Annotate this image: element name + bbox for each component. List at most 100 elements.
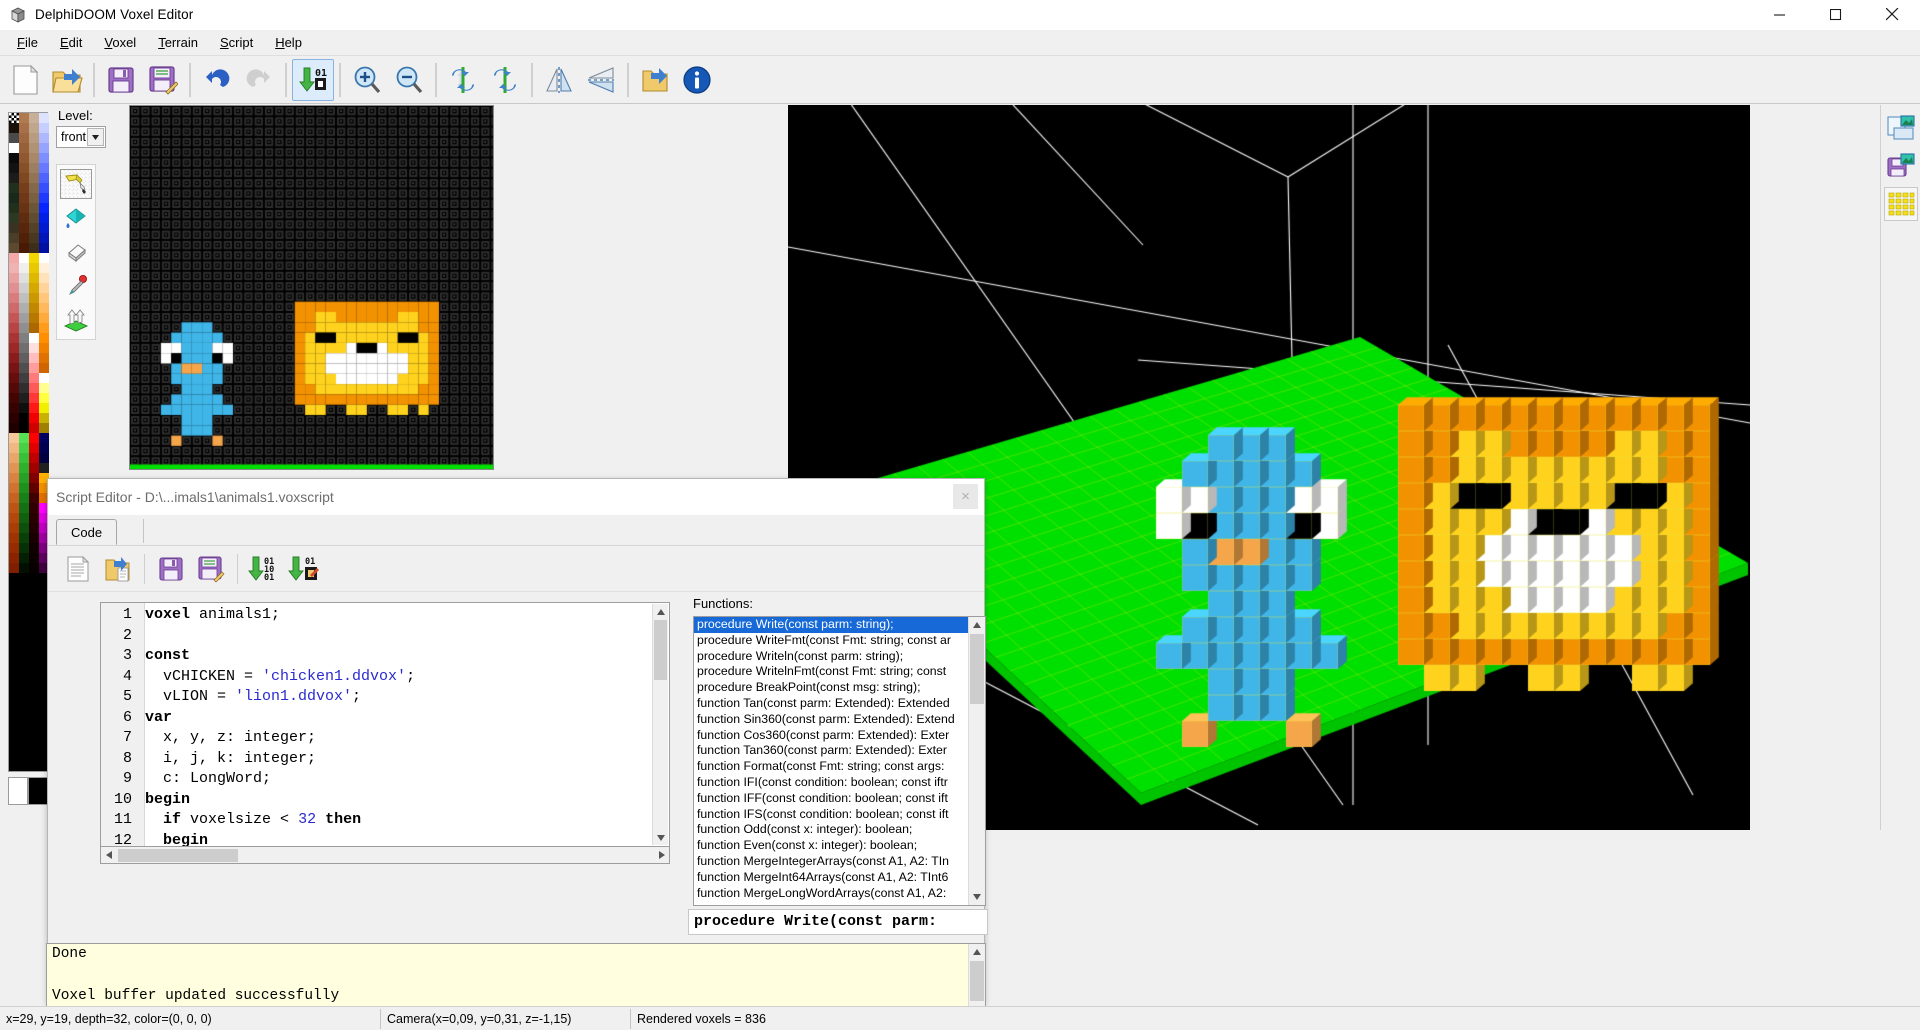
palette-color-cell[interactable] [39, 133, 49, 143]
palette-color-cell[interactable] [29, 453, 39, 463]
maximize-icon[interactable] [1808, 0, 1864, 30]
palette-color-cell[interactable] [19, 393, 29, 403]
menu-terrain[interactable]: Terrain [147, 32, 209, 53]
palette-color-cell[interactable] [9, 343, 19, 353]
palette-color-cell[interactable] [19, 533, 29, 543]
save-script-icon[interactable] [151, 549, 191, 589]
palette-color-cell[interactable] [29, 243, 39, 253]
function-list-item[interactable]: function Format(const Fmt: string; const… [694, 759, 985, 775]
functions-list[interactable]: procedure Write(const parm: string); proc… [693, 616, 986, 906]
palette-color-cell[interactable] [19, 153, 29, 163]
palette-color-cell[interactable] [29, 253, 39, 263]
palette-color-cell[interactable] [9, 263, 19, 273]
import-binary-icon[interactable]: 01 [292, 58, 334, 101]
code-line[interactable]: 11 if voxelsize < 32 then [101, 810, 669, 831]
palette-color-cell[interactable] [29, 123, 39, 133]
palette-color-cell[interactable] [19, 273, 29, 283]
palette-color-cell[interactable] [39, 453, 49, 463]
palette-color-cell[interactable] [19, 323, 29, 333]
palette-color-cell[interactable] [19, 383, 29, 393]
function-list-item[interactable]: function Tan(const parm: Extended): Exte… [694, 696, 985, 712]
palette-color-cell[interactable] [9, 353, 19, 363]
code-horizontal-scrollbar[interactable] [100, 847, 670, 864]
palette-color-cell[interactable] [29, 153, 39, 163]
palette-color-cell[interactable] [19, 523, 29, 533]
eraser-tool-icon[interactable] [60, 237, 92, 267]
palette-color-cell[interactable] [29, 163, 39, 173]
palette-color-cell[interactable] [9, 453, 19, 463]
voxel-2d-canvas[interactable] [129, 105, 494, 470]
code-line[interactable]: 12 begin [101, 831, 669, 847]
palette-color-cell[interactable] [9, 243, 19, 253]
palette-color-cell[interactable] [39, 413, 49, 423]
palette-color-cell[interactable] [9, 253, 19, 263]
palette-color-cell[interactable] [9, 213, 19, 223]
minimize-icon[interactable] [1752, 0, 1808, 30]
palette-color-cell[interactable] [19, 563, 29, 573]
palette-color-cell[interactable] [19, 493, 29, 503]
scroll-up-icon[interactable] [969, 617, 985, 633]
save-icon[interactable] [100, 59, 142, 101]
scroll-down-icon[interactable] [653, 830, 668, 845]
palette-color-cell[interactable] [19, 433, 29, 443]
palette-color-cell[interactable] [29, 323, 39, 333]
mirror-icon[interactable] [538, 59, 580, 101]
palette-color-cell[interactable] [9, 433, 19, 443]
palette-color-cell[interactable] [29, 503, 39, 513]
secondary-color-swatch[interactable] [8, 777, 28, 805]
palette-color-cell[interactable] [19, 363, 29, 373]
voxel-2d-canvas-surface[interactable] [130, 106, 493, 469]
palette-color-cell[interactable] [9, 373, 19, 383]
code-line[interactable]: 9 c: LongWord; [101, 769, 669, 790]
palette-color-cell[interactable] [9, 143, 19, 153]
palette-color-cell[interactable] [39, 203, 49, 213]
palette-color-cell[interactable] [39, 193, 49, 203]
function-list-item[interactable]: function Even(const x: integer): boolean… [694, 838, 985, 854]
new-script-icon[interactable] [58, 549, 98, 589]
palette-color-cell[interactable] [39, 253, 49, 263]
function-list-item[interactable]: procedure WritelnFmt(const Fmt: string; … [694, 664, 985, 680]
scroll-left-icon[interactable] [101, 848, 116, 863]
export-image-icon[interactable] [1884, 111, 1918, 145]
palette-color-cell[interactable] [19, 113, 29, 123]
palette-color-cell[interactable] [9, 333, 19, 343]
palette-color-cell[interactable] [19, 293, 29, 303]
palette-color-cell[interactable] [29, 263, 39, 273]
palette-color-cell[interactable] [19, 413, 29, 423]
palette-color-cell[interactable] [39, 293, 49, 303]
palette-color-cell[interactable] [19, 223, 29, 233]
palette-color-cell[interactable] [39, 283, 49, 293]
palette-color-cell[interactable] [29, 273, 39, 283]
palette-color-cell[interactable] [19, 263, 29, 273]
palette-color-cell[interactable] [29, 313, 39, 323]
palette-color-cell[interactable] [29, 363, 39, 373]
code-line[interactable]: 2 [101, 626, 669, 647]
palette-color-cell[interactable] [29, 403, 39, 413]
code-line[interactable]: 3 const [101, 646, 669, 667]
palette-color-cell[interactable] [39, 383, 49, 393]
palette-color-cell[interactable] [29, 213, 39, 223]
color-picker-tool-icon[interactable] [60, 271, 92, 301]
function-list-item[interactable]: function Sin360(const parm: Extended): E… [694, 712, 985, 728]
scroll-up-icon[interactable] [653, 604, 668, 619]
menu-script[interactable]: Script [209, 32, 264, 53]
redo-icon[interactable] [238, 59, 280, 101]
palette-color-cell[interactable] [29, 423, 39, 433]
scroll-right-icon[interactable] [654, 848, 669, 863]
palette-color-cell[interactable] [39, 243, 49, 253]
palette-color-cell[interactable] [39, 313, 49, 323]
palette-color-cell[interactable] [19, 123, 29, 133]
grid-toggle-icon[interactable] [1883, 187, 1918, 221]
info-icon[interactable] [676, 59, 718, 101]
palette-color-cell[interactable] [29, 233, 39, 243]
palette-color-cell[interactable] [29, 343, 39, 353]
palette-color-cell[interactable] [29, 333, 39, 343]
palette-color-cell[interactable] [19, 133, 29, 143]
scroll-thumb[interactable] [654, 620, 667, 680]
palette-color-cell[interactable] [39, 423, 49, 433]
function-list-item[interactable]: function IFS(const condition: boolean; c… [694, 807, 985, 823]
palette-color-cell[interactable] [19, 403, 29, 413]
function-list-item[interactable]: function IFF(const condition: boolean; c… [694, 791, 985, 807]
palette-color-cell[interactable] [39, 143, 49, 153]
palette-color-cell[interactable] [19, 143, 29, 153]
